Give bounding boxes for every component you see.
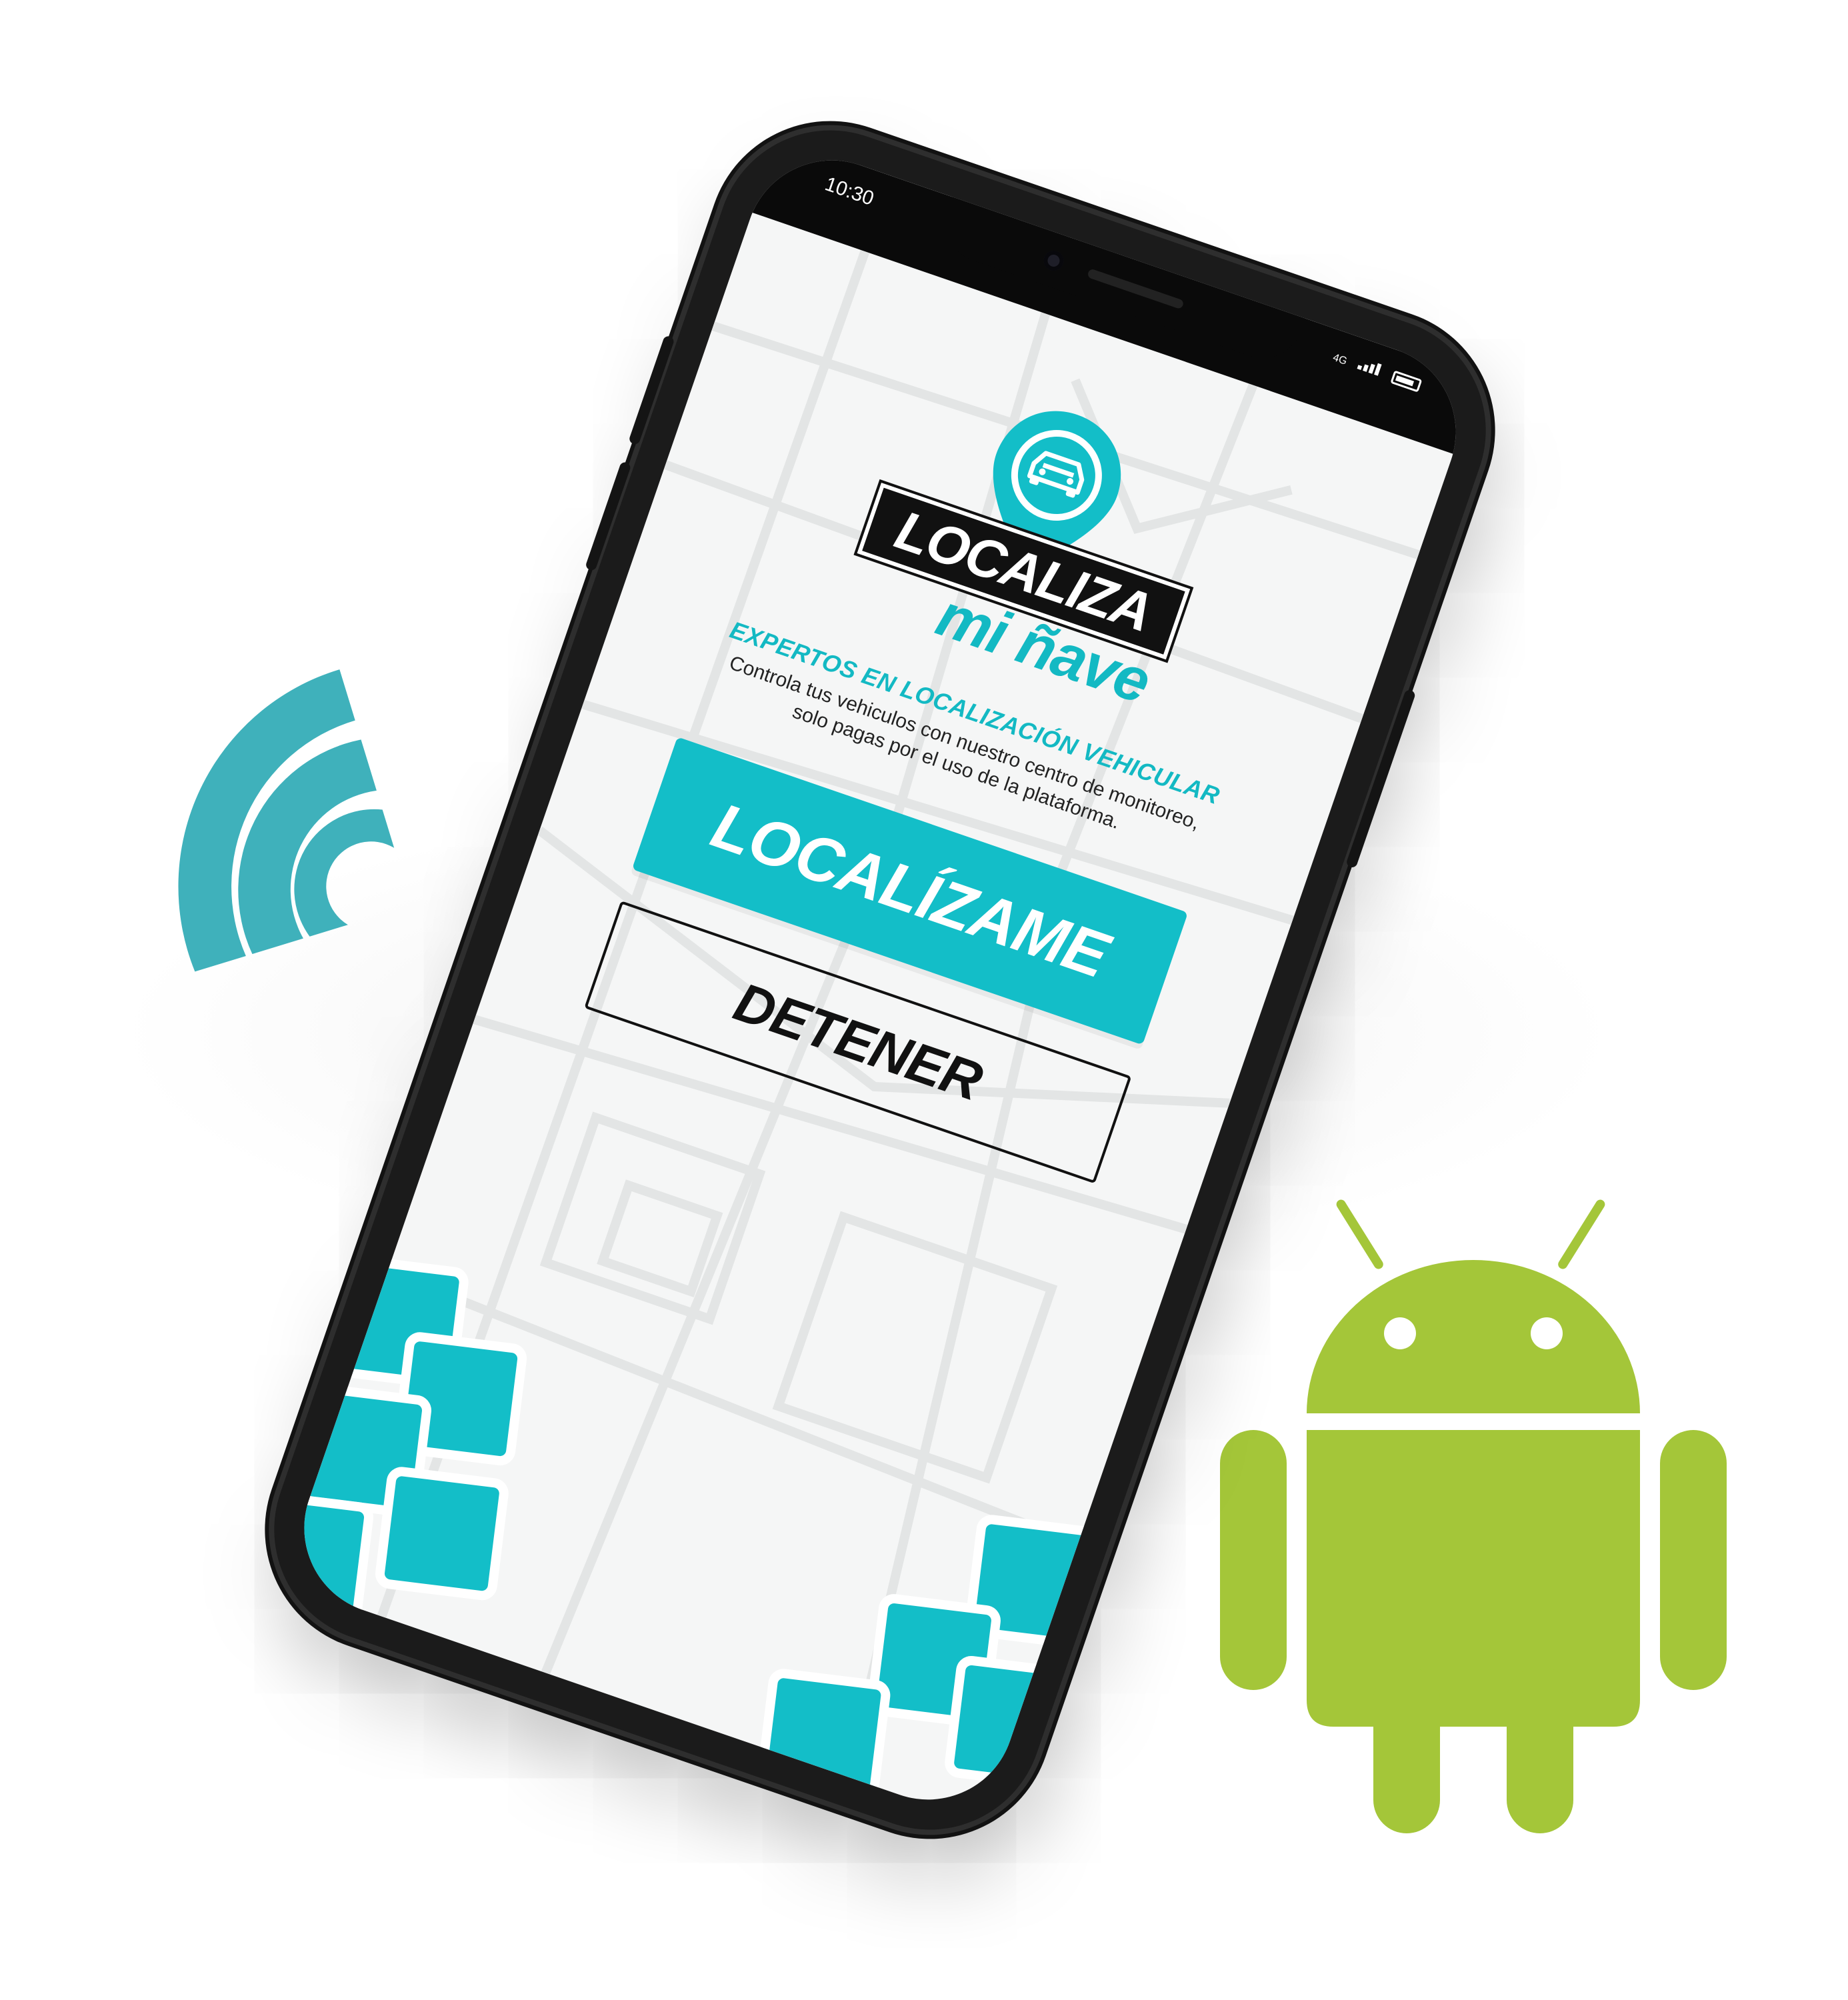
volume-down-button	[585, 461, 632, 572]
cell-signal-icon	[1356, 357, 1383, 379]
network-label: 4G	[1331, 351, 1349, 367]
front-camera	[1041, 247, 1067, 274]
android-robot-icon	[1220, 1199, 1727, 1833]
status-time: 10:30	[822, 173, 877, 210]
promo-canvas: 10:30 4G LOCALIZA mi ñave EXPERTOS EN LO…	[0, 0, 1848, 2000]
status-icons: 4G	[1331, 349, 1423, 393]
battery-icon	[1390, 370, 1423, 393]
android-eye-right	[1531, 1317, 1563, 1349]
earpiece-speaker	[1087, 268, 1185, 310]
volume-up-button	[628, 335, 675, 446]
android-eye-left	[1384, 1317, 1416, 1349]
